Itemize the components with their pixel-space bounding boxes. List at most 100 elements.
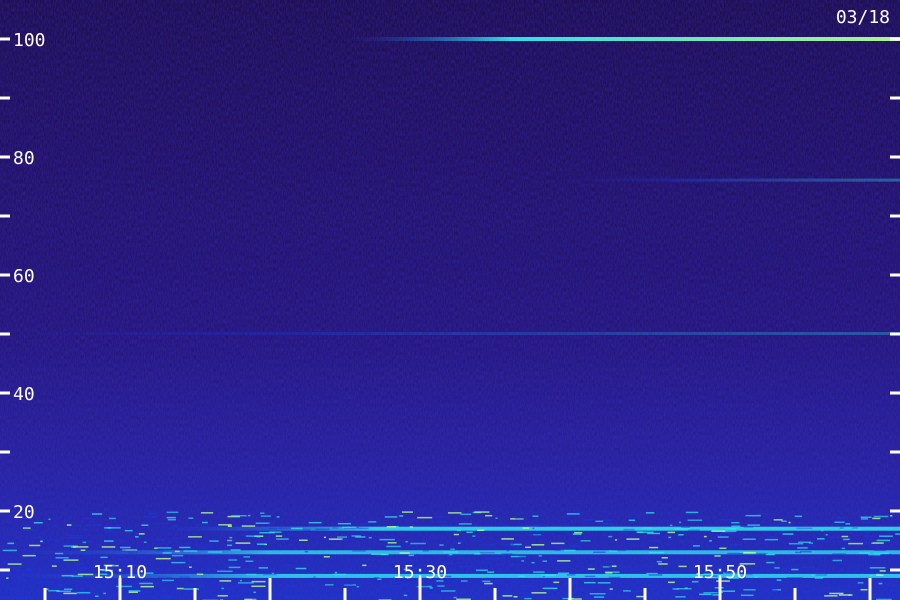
speckle-mark [334, 571, 338, 574]
speckle-mark [51, 565, 57, 567]
speckle-mark [361, 559, 374, 561]
speckle-mark [337, 522, 351, 525]
speckle-mark [738, 587, 748, 589]
speckle-mark [209, 540, 219, 542]
speckle-mark [485, 558, 501, 560]
speckle-mark [501, 538, 514, 540]
speckle-mark [471, 539, 483, 542]
speckle-mark [315, 528, 330, 531]
speckle-mark [626, 538, 640, 540]
speckle-mark [439, 544, 444, 546]
speckle-mark [235, 542, 251, 544]
speckle-mark [550, 596, 566, 599]
y-tick-right [890, 273, 900, 277]
speckle-mark [876, 574, 884, 576]
speckle-mark [561, 525, 569, 527]
speckle-mark [592, 551, 606, 554]
speckle-mark [473, 524, 477, 526]
speckle-mark [253, 591, 257, 594]
speckle-mark [228, 566, 241, 569]
speckle-mark [255, 517, 259, 519]
speckle-mark [553, 581, 560, 584]
signal-band [570, 178, 900, 182]
speckle-mark [342, 526, 357, 529]
speckle-mark [766, 561, 775, 564]
speckle-mark [116, 525, 126, 527]
speckle-mark [538, 525, 548, 527]
speckle-mark [484, 582, 493, 585]
speckle-mark [286, 585, 299, 588]
speckle-mark [40, 539, 57, 541]
speckle-mark [429, 587, 433, 589]
speckle-mark [499, 523, 504, 525]
speckle-mark [706, 545, 716, 548]
speckle-mark [221, 587, 224, 590]
speckle-mark [754, 576, 758, 578]
speckle-mark [674, 528, 691, 530]
speckle-mark [798, 541, 811, 543]
speckle-mark [260, 512, 265, 514]
speckle-mark [401, 511, 414, 513]
speckle-mark [83, 577, 88, 579]
speckle-mark [230, 549, 241, 551]
speckle-mark [138, 533, 145, 535]
y-tick-label: 80 [13, 148, 35, 169]
speckle-mark [479, 551, 495, 554]
speckle-mark [217, 570, 233, 573]
speckle-mark [538, 555, 542, 557]
speckle-mark [475, 569, 488, 572]
speckle-mark [271, 572, 274, 575]
speckle-mark [587, 568, 595, 570]
speckle-mark [479, 543, 495, 546]
speckle-mark [368, 578, 375, 580]
y-tick-right [890, 155, 900, 159]
speckle-mark [286, 564, 292, 567]
speckle-mark [542, 587, 558, 590]
speckle-mark [27, 567, 32, 570]
speckle-mark [837, 517, 844, 519]
speckle-mark [611, 565, 617, 567]
speckle-mark [634, 590, 639, 592]
speckle-mark [834, 521, 845, 524]
y-tick-label: 40 [13, 384, 35, 405]
speckle-mark [226, 544, 233, 547]
speckle-mark [869, 574, 874, 577]
speckle-mark [734, 533, 745, 536]
speckle-mark [162, 552, 172, 554]
speckle-mark [332, 527, 339, 529]
speckle-mark [448, 553, 453, 556]
speckle-mark [154, 523, 170, 525]
speckle-mark [227, 557, 237, 560]
speckle-mark [453, 596, 457, 599]
speckle-mark [860, 588, 868, 591]
speckle-mark [82, 517, 96, 520]
speckle-mark [482, 562, 492, 564]
speckle-mark [678, 594, 681, 597]
speckle-mark [575, 511, 584, 514]
speckle-mark [104, 540, 114, 542]
speckle-mark [719, 590, 735, 592]
speckle-mark [350, 548, 359, 551]
y-tick-right [890, 214, 900, 218]
speckle-mark [519, 555, 531, 558]
speckle-mark [24, 528, 28, 531]
speckle-mark [525, 546, 531, 549]
speckle-mark [874, 549, 886, 551]
speckle-mark [72, 546, 89, 548]
speckle-mark [100, 556, 108, 559]
speckle-mark [160, 595, 173, 598]
speckle-mark [678, 534, 684, 536]
speckle-mark [895, 533, 900, 535]
speckle-mark [229, 536, 233, 539]
speckle-mark [146, 569, 155, 571]
speckle-mark [587, 519, 593, 521]
speckle-mark [442, 551, 459, 553]
speckle-mark [532, 527, 535, 530]
speckle-mark [717, 536, 729, 538]
speckle-mark [269, 531, 282, 533]
speckle-mark [623, 528, 635, 531]
speckle-mark [524, 585, 534, 587]
speckle-mark [513, 595, 518, 598]
speckle-mark [745, 515, 750, 518]
speckle-mark [802, 566, 816, 569]
